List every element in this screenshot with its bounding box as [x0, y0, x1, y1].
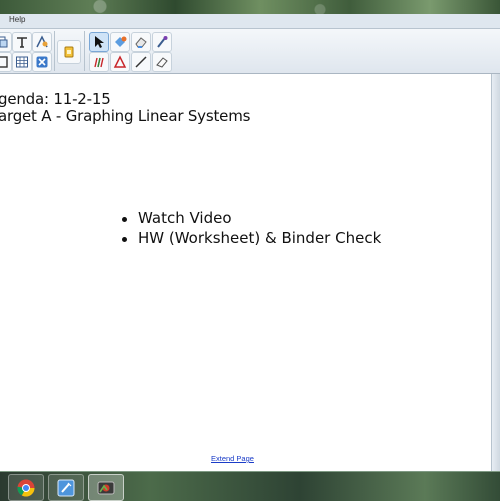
magic-pen-icon[interactable] [152, 32, 172, 52]
page-title-target: arget A - Graphing Linear Systems [0, 107, 251, 125]
notebook-icon[interactable] [48, 474, 84, 501]
table-icon[interactable] [12, 52, 32, 72]
eraser-line-icon[interactable] [152, 52, 172, 72]
creative-pen-icon[interactable] [89, 52, 109, 72]
extend-page-link[interactable]: Extend Page [211, 454, 254, 463]
shape-recognizer-icon[interactable] [32, 32, 52, 52]
frame-icon[interactable] [0, 52, 12, 72]
fill-icon[interactable] [110, 32, 130, 52]
copy-icon[interactable] [0, 32, 12, 52]
line-icon[interactable] [131, 52, 151, 72]
notebook-page[interactable] [0, 74, 492, 471]
delete-icon[interactable] [32, 52, 52, 72]
shapes-icon[interactable] [110, 52, 130, 72]
text-tool-icon[interactable] [12, 32, 32, 52]
taskbar [0, 471, 500, 501]
screen-shade-icon[interactable] [57, 40, 81, 64]
list-item: Watch Video [118, 209, 381, 229]
toolbar-separator [54, 31, 55, 71]
toolbar-separator [84, 31, 85, 71]
menu-help[interactable]: Help [9, 15, 25, 24]
select-arrow-icon[interactable] [89, 32, 109, 52]
bullet-list: Watch Video HW (Worksheet) & Binder Chec… [118, 209, 381, 248]
list-item: HW (Worksheet) & Binder Check [118, 229, 381, 249]
chrome-icon[interactable] [8, 474, 44, 501]
page-title-agenda: genda: 11-2-15 [0, 90, 111, 108]
eraser-icon[interactable] [131, 32, 151, 52]
vertical-scrollbar[interactable] [491, 74, 500, 471]
toolbar [0, 29, 500, 74]
menu-bar: Help [0, 14, 500, 29]
notebook-recorder-icon[interactable] [88, 474, 124, 501]
